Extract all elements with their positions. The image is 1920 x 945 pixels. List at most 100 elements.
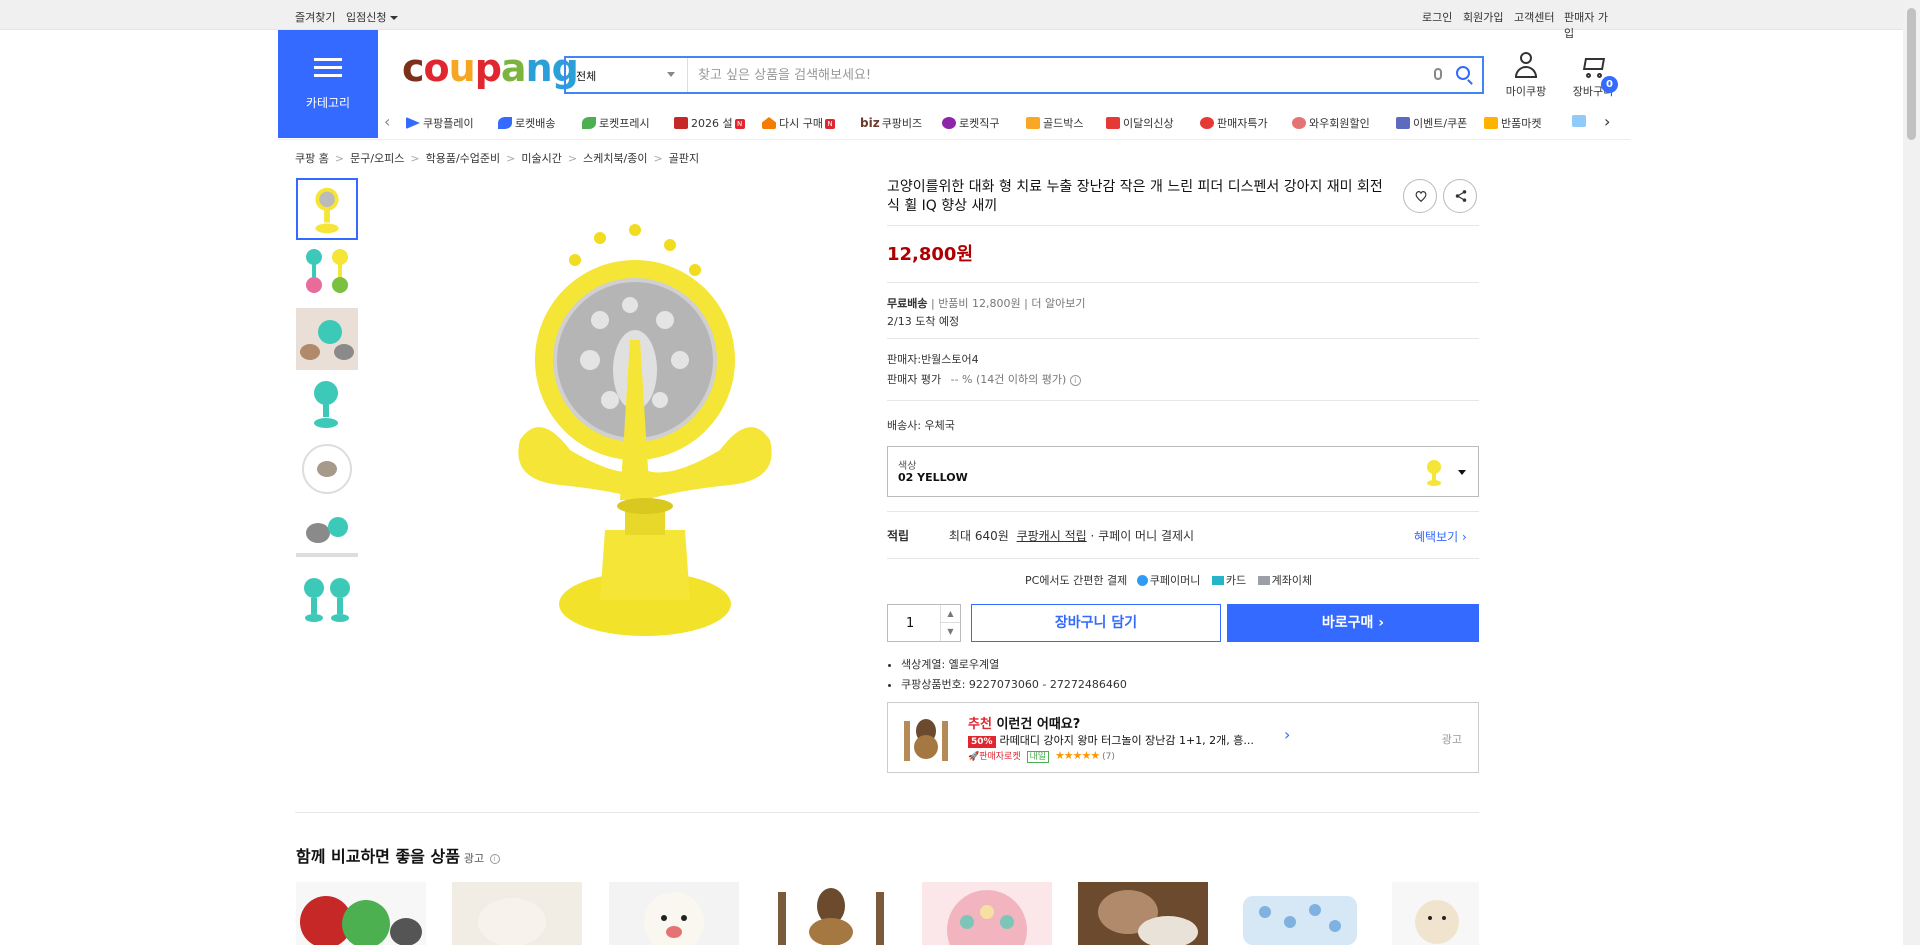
- breadcrumb: 쿠팡 홈 > 문구/오피스 > 학용품/수업준비 > 미술시간 > 스케치북/종이 > 골판지: [295, 152, 700, 165]
- more-info-link[interactable]: 더 알아보기: [1031, 297, 1085, 310]
- seller-apply-link[interactable]: 입점신청: [346, 9, 399, 25]
- product-thumbnail[interactable]: [296, 243, 358, 305]
- breadcrumb-item[interactable]: 스케치북/종이: [583, 152, 647, 165]
- microphone-icon[interactable]: [1434, 68, 1442, 80]
- nav-item-rebuy[interactable]: 다시 구매 N: [762, 115, 835, 131]
- recommend-meta: 🚀판매자로켓 내일 ★★★★★ (7): [968, 749, 1115, 763]
- chevron-down-icon: [667, 72, 675, 77]
- ad-label: 광고: [463, 852, 485, 865]
- bookmark-link[interactable]: 즐겨찾기: [295, 9, 335, 25]
- compare-product-card[interactable]: [1078, 882, 1208, 945]
- divider: [887, 558, 1479, 559]
- recommendation-card[interactable]: 추천 이런건 어때요? 50% 라떼대디 강아지 왕마 터그놀이 장난감 1+1,…: [887, 702, 1479, 773]
- buy-now-button[interactable]: 바로구매 ›: [1227, 604, 1479, 642]
- compare-product-card[interactable]: [1392, 882, 1479, 945]
- product-thumbnail[interactable]: [296, 308, 358, 370]
- page-scrollbar[interactable]: [1903, 0, 1920, 945]
- nav-item-goldbox[interactable]: 골드박스: [1026, 115, 1083, 131]
- nav-item-lunar[interactable]: 2026 설N: [674, 115, 745, 131]
- seller-name[interactable]: 판매자:반월스토어4: [887, 351, 979, 367]
- nav-item-more[interactable]: [1572, 115, 1589, 128]
- search-icon[interactable]: [1456, 66, 1470, 80]
- seller-rating: 판매자 평가 -- % (14건 이하의 평가) i: [887, 371, 1081, 387]
- compare-product-card[interactable]: [609, 882, 739, 945]
- section-divider: [295, 812, 1479, 813]
- coupang-cash-link[interactable]: 쿠팡캐시 적립: [1017, 529, 1087, 543]
- nav-item-seller-deal[interactable]: 판매자특가: [1200, 115, 1268, 131]
- nav-item-rocket[interactable]: 로켓배송: [498, 115, 555, 131]
- scrollbar-thumb[interactable]: [1907, 8, 1916, 140]
- compare-product-card[interactable]: [922, 882, 1052, 945]
- new-badge: N: [824, 119, 835, 129]
- nav-item-rocketfresh[interactable]: 로켓프레시: [582, 115, 650, 131]
- chevron-left-icon[interactable]: ‹: [384, 112, 390, 131]
- product-thumbnail[interactable]: [296, 568, 358, 630]
- breadcrumb-item[interactable]: 문구/오피스: [350, 152, 404, 165]
- category-nav: ‹ 쿠팡플레이 로켓배송 로켓프레시 2026 설N 다시 구매 N biz 쿠팡비…: [384, 112, 1614, 132]
- search-input[interactable]: [698, 58, 1438, 92]
- option-label: 색상: [898, 461, 917, 472]
- compare-product-card[interactable]: [1235, 882, 1365, 945]
- product-info: 고양이를위한 대화 형 치료 누출 장난감 작은 개 느린 피더 디스펜서 강아…: [887, 178, 1479, 773]
- top-utility-bar: 즐겨찾기 입점신청 로그인 회원가입 고객센터 판매자 가입: [0, 0, 1920, 40]
- compare-product-card[interactable]: [296, 882, 426, 945]
- bank-icon: [1257, 576, 1270, 585]
- breadcrumb-item[interactable]: 학용품/수업준비: [426, 152, 501, 165]
- nav-item-wow[interactable]: 와우회원할인: [1292, 115, 1370, 131]
- attribute-item: 색상계열: 옐로우계열: [901, 656, 1127, 672]
- nav-item-global[interactable]: 로켓직구: [942, 115, 999, 131]
- coupang-logo[interactable]: coupang: [402, 46, 579, 90]
- more-icon: [1572, 115, 1586, 127]
- quantity-up-button[interactable]: ▲: [940, 605, 960, 623]
- product-thumbnail[interactable]: [296, 373, 358, 435]
- card-icon: [1211, 576, 1224, 585]
- color-option-select[interactable]: 색상 02 YELLOW: [887, 446, 1479, 497]
- category-button[interactable]: 카테고리: [278, 30, 378, 138]
- quantity-down-button[interactable]: ▼: [940, 623, 960, 641]
- chevron-down-icon: [1458, 470, 1466, 475]
- attribute-item: 쿠팡상품번호: 9227073060 - 27272486460: [901, 676, 1127, 692]
- compare-product-card[interactable]: [766, 882, 896, 945]
- share-button[interactable]: [1443, 179, 1477, 213]
- nav-item-coupangplay[interactable]: 쿠팡플레이: [406, 115, 474, 131]
- divider: [887, 511, 1479, 512]
- breadcrumb-item[interactable]: 골판지: [669, 152, 699, 165]
- main-product-image[interactable]: [480, 210, 800, 650]
- divider: [887, 338, 1479, 339]
- nav-item-label: 쿠팡비즈: [881, 117, 923, 130]
- buy-now-label: 바로구매: [1321, 615, 1374, 631]
- mycoupang-button[interactable]: 마이쿠팡: [1499, 52, 1553, 99]
- benefit-link[interactable]: 혜택보기 ›: [1414, 528, 1467, 545]
- login-link[interactable]: 로그인: [1422, 9, 1452, 25]
- info-icon[interactable]: i: [489, 854, 500, 864]
- chevron-right-icon[interactable]: ›: [1284, 725, 1290, 744]
- nav-item-label: 2026 설: [691, 117, 733, 130]
- chevron-right-icon[interactable]: ›: [1604, 112, 1610, 131]
- nav-item-returns[interactable]: 반품마켓: [1484, 115, 1541, 131]
- nav-item-biz[interactable]: biz 쿠팡비즈: [860, 115, 922, 131]
- info-icon[interactable]: i: [1069, 375, 1081, 386]
- search-category-select[interactable]: 전체: [566, 58, 688, 92]
- quantity-value[interactable]: 1: [906, 616, 914, 631]
- recommend-title-rest: 이런건 어때요?: [991, 717, 1081, 732]
- goldbox-icon: [1026, 117, 1040, 129]
- divider: [887, 400, 1479, 401]
- nav-item-label: 로켓직구: [959, 117, 1000, 130]
- product-attributes: 색상계열: 옐로우계열 쿠팡상품번호: 9227073060 - 2727248…: [887, 656, 1127, 696]
- nav-item-events[interactable]: 이벤트/쿠폰: [1396, 115, 1467, 131]
- product-thumbnail[interactable]: [296, 503, 358, 565]
- new-icon: [1106, 117, 1120, 129]
- breadcrumb-item[interactable]: 미술시간: [521, 152, 561, 165]
- nav-item-newarrivals[interactable]: 이달의신상: [1106, 115, 1174, 131]
- product-thumbnail[interactable]: [296, 438, 358, 500]
- wishlist-button[interactable]: [1403, 179, 1437, 213]
- add-to-cart-button[interactable]: 장바구니 담기: [971, 604, 1221, 642]
- compare-product-card[interactable]: [452, 882, 582, 945]
- product-thumbnail[interactable]: [296, 178, 358, 240]
- signup-link[interactable]: 회원가입: [1463, 9, 1503, 25]
- quantity-stepper: 1 ▲ ▼: [887, 604, 961, 642]
- cart-count-badge: 0: [1601, 76, 1618, 93]
- customer-center-link[interactable]: 고객센터: [1514, 9, 1554, 25]
- breadcrumb-item[interactable]: 쿠팡 홈: [295, 152, 329, 165]
- nav-item-label: 반품마켓: [1501, 117, 1542, 130]
